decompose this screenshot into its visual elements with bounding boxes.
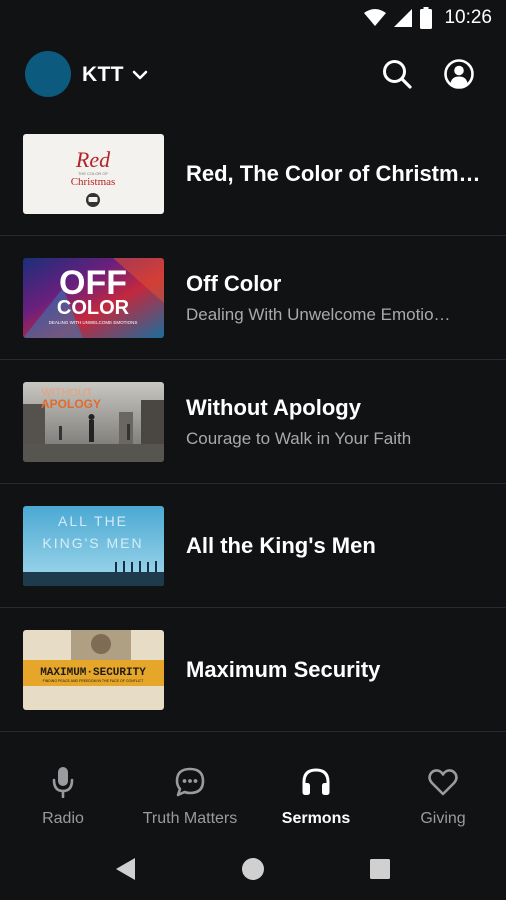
- tab-label: Truth Matters: [142, 810, 238, 827]
- thumb-title-text: Red: [75, 147, 111, 172]
- chat-bubble-icon: [174, 766, 206, 798]
- thumb-title-text: KING'S MEN: [42, 535, 143, 551]
- series-item-red[interactable]: Red THE COLOR OF Christmas Red, The Colo…: [0, 112, 506, 236]
- series-thumbnail: OFF COLOR DEALING WITH UNWELCOME EMOTION…: [23, 258, 164, 338]
- account-circle-icon: [444, 59, 474, 89]
- series-title: Maximum Security: [186, 656, 381, 682]
- back-triangle-icon: [116, 858, 135, 880]
- app-header: KTT: [0, 36, 506, 116]
- series-title: Without Apology: [186, 394, 361, 420]
- home-circle-icon: [242, 858, 264, 880]
- battery-icon: [420, 7, 433, 29]
- tab-sermons[interactable]: Sermons: [253, 766, 379, 832]
- thumb-title-text: Christmas: [71, 176, 116, 188]
- search-button[interactable]: [379, 56, 415, 92]
- wifi-icon: [364, 9, 387, 26]
- series-title: Red, The Color of Christm…: [186, 160, 481, 186]
- series-item-maximum-security[interactable]: MAXIMUM·SECURITY FINDING PEACE AND FREED…: [0, 608, 506, 732]
- series-text: Without Apology Courage to Walk in Your …: [186, 360, 486, 483]
- status-time: 10:26: [444, 7, 492, 28]
- recents-button[interactable]: [365, 854, 395, 884]
- series-thumbnail: Red THE COLOR OF Christmas: [23, 134, 164, 214]
- cell-signal-icon: [394, 9, 413, 27]
- microphone-icon: [50, 766, 76, 798]
- tab-radio[interactable]: Radio: [0, 766, 126, 832]
- series-title: All the King's Men: [186, 532, 376, 558]
- thumb-title-text: APOLOGY: [41, 397, 101, 411]
- tab-truth-matters[interactable]: Truth Matters: [127, 766, 253, 832]
- tab-label: Sermons: [281, 810, 351, 827]
- tab-label: Giving: [420, 810, 466, 827]
- thumb-title-text: ALL THE: [58, 513, 128, 529]
- series-text: Off Color Dealing With Unwelcome Emotio…: [186, 236, 486, 359]
- station-name: KTT: [82, 63, 124, 86]
- series-item-without-apology[interactable]: WITHOUT APOLOGY Without Apology Courage …: [0, 360, 506, 484]
- series-item-off-color[interactable]: OFF COLOR DEALING WITH UNWELCOME EMOTION…: [0, 236, 506, 360]
- headphones-icon: [300, 766, 332, 798]
- series-subtitle: Dealing With Unwelcome Emotio…: [186, 304, 451, 324]
- search-icon: [383, 60, 412, 89]
- series-list: Red THE COLOR OF Christmas Red, The Colo…: [0, 112, 506, 732]
- status-bar: 10:26: [0, 0, 506, 36]
- bottom-navigation: Radio Truth Matters Sermons Giving: [0, 748, 506, 838]
- home-button[interactable]: [238, 854, 268, 884]
- tab-giving[interactable]: Giving: [380, 766, 506, 832]
- system-navigation-bar: [0, 838, 506, 900]
- station-selector[interactable]: KTT: [82, 60, 148, 90]
- series-text: All the King's Men: [186, 484, 486, 607]
- thumb-subtitle-text: FINDING PEACE AND FREEDOM IN THE FACE OF…: [43, 679, 145, 683]
- series-thumbnail: ALL THE KING'S MEN: [23, 506, 164, 586]
- recents-square-icon: [370, 859, 390, 879]
- chevron-down-icon: [132, 70, 148, 80]
- series-thumbnail: MAXIMUM·SECURITY FINDING PEACE AND FREED…: [23, 630, 164, 710]
- series-text: Red, The Color of Christm…: [186, 112, 486, 235]
- back-button[interactable]: [111, 854, 141, 884]
- station-avatar[interactable]: [25, 51, 71, 97]
- series-item-all-the-kings-men[interactable]: ALL THE KING'S MEN All the King's Men: [0, 484, 506, 608]
- series-text: Maximum Security: [186, 608, 486, 731]
- series-subtitle: Courage to Walk in Your Faith: [186, 428, 412, 448]
- tab-label: Radio: [42, 810, 84, 827]
- heart-icon: [427, 766, 459, 798]
- thumb-title-text: MAXIMUM·SECURITY: [40, 667, 146, 679]
- series-title: Off Color: [186, 270, 282, 296]
- series-thumbnail: WITHOUT APOLOGY: [23, 382, 164, 462]
- thumb-title-text: COLOR: [57, 297, 130, 319]
- thumb-subtitle-text: DEALING WITH UNWELCOME EMOTIONS: [49, 320, 138, 325]
- account-button[interactable]: [441, 56, 477, 92]
- status-icons: 10:26: [364, 6, 492, 30]
